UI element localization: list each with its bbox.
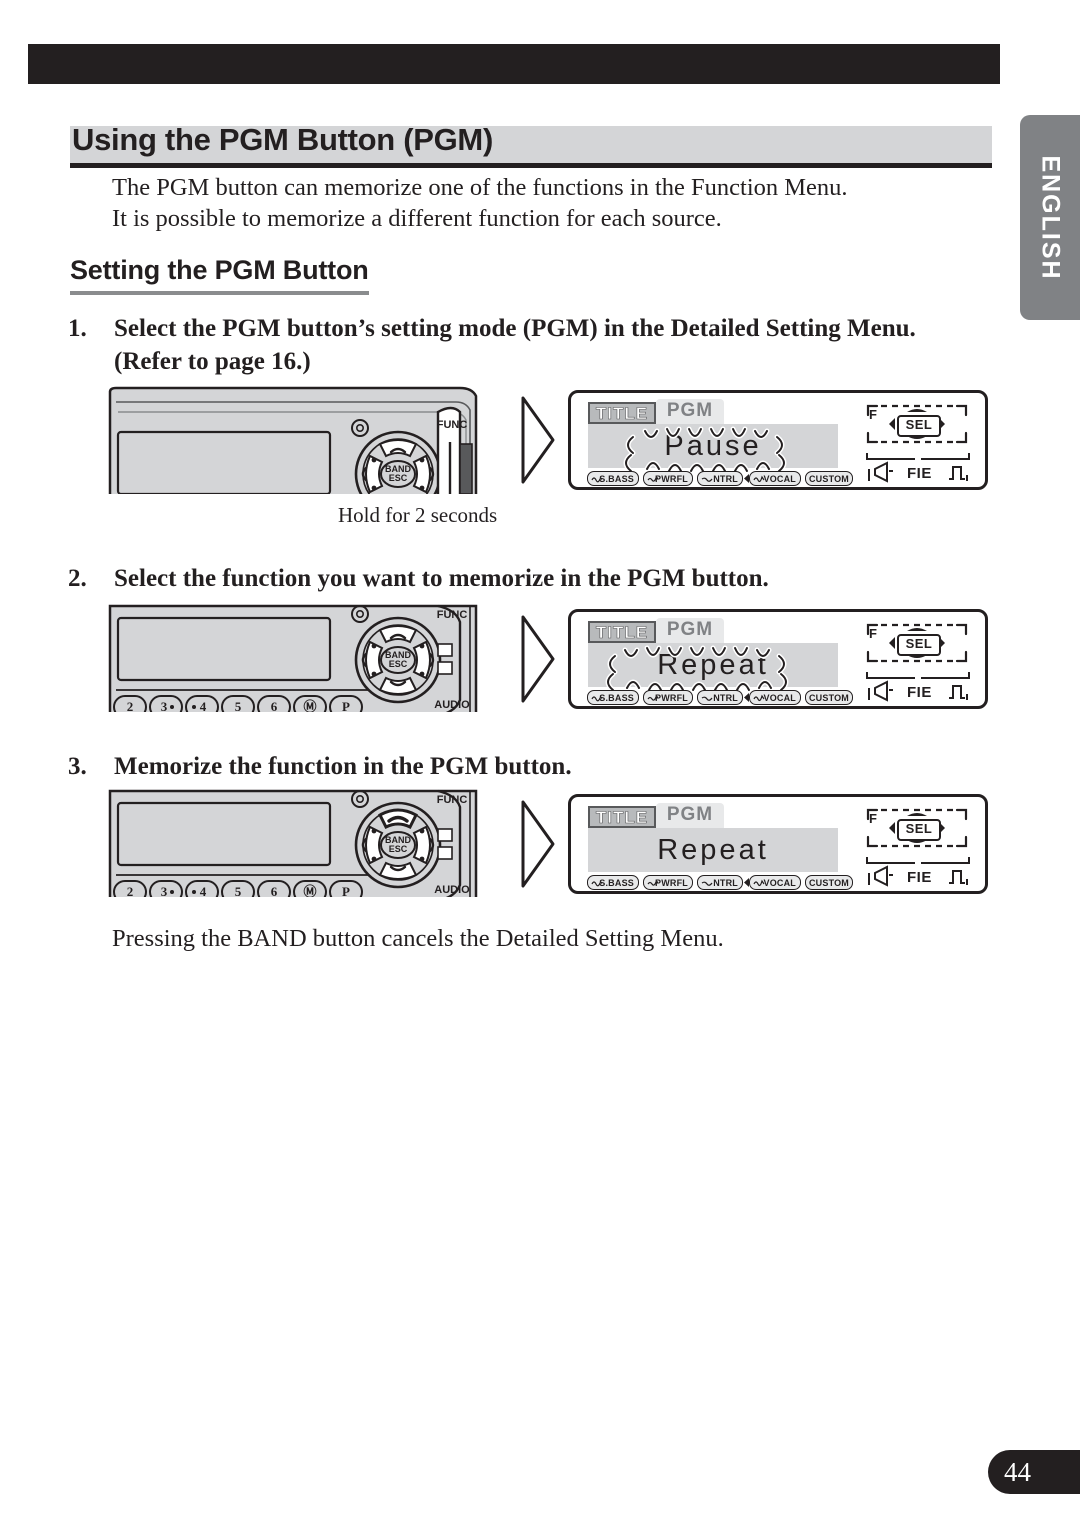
lcd-2-eq-strip: S.BASS PWRFL NTRL VOCAL CUSTOM: [587, 690, 853, 706]
lcd-1-fie-label: FIE: [907, 465, 932, 482]
lcd-1-eq-strip: S.BASS PWRFL NTRL VOCAL CUSTOM: [587, 471, 853, 487]
lcd-3-fie-cluster: FIE: [863, 855, 973, 891]
lcd-1-f-label: F: [869, 407, 877, 422]
svg-text:2: 2: [127, 699, 134, 712]
svg-text:3: 3: [161, 884, 168, 897]
lcd-2-eq-sbass: S.BASS: [587, 690, 639, 705]
lcd-1-eq-custom: CUSTOM: [805, 471, 853, 486]
svg-text:P: P: [342, 699, 350, 712]
svg-text:AUDIO: AUDIO: [434, 699, 470, 711]
lcd-display-1: TITLE PGM Pause S.BASS PWRFL NTRL VOCAL …: [568, 390, 988, 490]
lcd-1-eq-ntrl: NTRL: [697, 471, 743, 486]
device-illustration-3: 234 56 Ⓜ P BAND ESC FUNC AUDIO: [108, 789, 496, 897]
lcd-3-f-label: F: [869, 811, 877, 826]
top-decorative-band: [28, 44, 1000, 84]
step-2-number: 2.: [68, 565, 87, 592]
lcd-3-sel-cluster: F SEL: [863, 806, 971, 850]
lcd-2-eq-vocal: VOCAL: [749, 690, 801, 705]
lcd-2-fie-label: FIE: [907, 684, 932, 701]
device-illustration-1: BAND ESC FUNC: [108, 386, 496, 494]
svg-text:5: 5: [235, 884, 242, 897]
chapter-heading-band: Using the PGM Button (PGM): [70, 122, 992, 168]
flow-arrow-1: [519, 394, 559, 486]
lcd-3-fie-label: FIE: [907, 869, 932, 886]
lcd-2-sel-label: SEL: [897, 634, 941, 656]
svg-text:6: 6: [271, 699, 278, 712]
lcd-3-readout-area: Repeat: [588, 828, 838, 872]
lcd-3-eq-sbass: S.BASS: [587, 875, 639, 890]
step-3-number: 3.: [68, 753, 87, 780]
lcd-3-readout-text: Repeat: [657, 833, 769, 866]
step-2-text: Select the function you want to memorize…: [114, 565, 769, 592]
language-tab-english: ENGLISH: [1020, 115, 1080, 320]
svg-text:ESC: ESC: [389, 473, 408, 483]
lcd-3-sel-label: SEL: [897, 819, 941, 841]
svg-text:FUNC: FUNC: [437, 609, 468, 621]
step-2: 2. Select the function you want to memor…: [68, 562, 988, 595]
lcd-1-eq-sbass: S.BASS: [587, 471, 639, 486]
lcd-1-readout-text: Pause: [664, 429, 762, 462]
svg-text:5: 5: [235, 699, 242, 712]
svg-text:FUNC: FUNC: [437, 419, 468, 431]
svg-text:ESC: ESC: [389, 844, 408, 854]
step-3-text: Memorize the function in the PGM button.: [114, 753, 572, 780]
lcd-3-tab-title: TITLE: [588, 806, 656, 828]
lcd-3-eq-ntrl: NTRL: [697, 875, 743, 890]
svg-text:Ⓜ: Ⓜ: [303, 884, 316, 897]
flow-arrow-2: [519, 613, 559, 705]
intro-paragraph: The PGM button can memorize one of the f…: [112, 172, 912, 234]
chapter-title: Using the PGM Button (PGM): [72, 122, 493, 157]
svg-text:P: P: [342, 884, 350, 897]
lcd-display-2: TITLE PGM Repeat S.BASS PWRFL NTRL VOCAL…: [568, 609, 988, 709]
step-1-text: Select the PGM button’s setting mode (PG…: [114, 315, 916, 375]
lcd-2-readout-area: Repeat: [588, 643, 838, 687]
manual-page: ENGLISH Using the PGM Button (PGM) The P…: [0, 0, 1080, 1533]
lcd-3-eq-strip: S.BASS PWRFL NTRL VOCAL CUSTOM: [587, 875, 853, 891]
step-3: 3. Memorize the function in the PGM butt…: [68, 750, 988, 783]
lcd-2-eq-pwrfl: PWRFL: [643, 690, 693, 705]
lcd-1-eq-pwrfl: PWRFL: [643, 471, 693, 486]
intro-line-2: It is possible to memorize a different f…: [112, 205, 722, 232]
svg-text:6: 6: [271, 884, 278, 897]
lcd-3-tab-pgm: PGM: [656, 803, 724, 829]
lcd-2-eq-ntrl: NTRL: [697, 690, 743, 705]
lcd-2-readout-text: Repeat: [657, 648, 769, 681]
svg-text:4: 4: [200, 699, 207, 712]
step-1-caption: Hold for 2 seconds: [338, 503, 498, 527]
flow-arrow-3: [519, 798, 559, 890]
svg-text:FUNC: FUNC: [437, 794, 468, 806]
step-1-number: 1.: [68, 315, 87, 342]
lcd-1-eq-vocal: VOCAL: [749, 471, 801, 486]
language-tab-label: ENGLISH: [1036, 154, 1065, 281]
svg-text:3: 3: [161, 699, 168, 712]
step-1: 1. Select the PGM button’s setting mode …: [68, 312, 988, 378]
svg-text:4: 4: [200, 884, 207, 897]
lcd-1-fie-cluster: FIE: [863, 451, 973, 487]
lcd-2-eq-custom: CUSTOM: [805, 690, 853, 705]
lcd-3-eq-pwrfl: PWRFL: [643, 875, 693, 890]
lcd-3-eq-vocal: VOCAL: [749, 875, 801, 890]
lcd-display-3: TITLE PGM Repeat S.BASS PWRFL NTRL VOCAL…: [568, 794, 988, 894]
lcd-2-tab-title: TITLE: [588, 621, 656, 643]
svg-text:ESC: ESC: [389, 659, 408, 669]
page-number: 44: [988, 1450, 1080, 1494]
lcd-2-sel-cluster: F SEL: [863, 621, 971, 665]
lcd-1-sel-label: SEL: [897, 415, 941, 437]
svg-text:AUDIO: AUDIO: [434, 884, 470, 896]
lcd-2-fie-cluster: FIE: [863, 670, 973, 706]
lcd-1-readout-area: Pause: [588, 424, 838, 468]
device-illustration-2: 234 56 Ⓜ P BAND ESC FUNC AUDIO: [108, 604, 496, 712]
svg-text:Ⓜ: Ⓜ: [303, 699, 316, 712]
intro-line-1: The PGM button can memorize one of the f…: [112, 174, 848, 201]
lcd-1-sel-cluster: F SEL: [863, 402, 971, 446]
svg-text:2: 2: [127, 884, 134, 897]
lcd-3-eq-custom: CUSTOM: [805, 875, 853, 890]
lcd-2-tab-pgm: PGM: [656, 618, 724, 644]
lcd-2-f-label: F: [869, 626, 877, 641]
section-heading: Setting the PGM Button: [70, 255, 369, 295]
lcd-1-tab-title: TITLE: [588, 402, 656, 424]
lcd-1-tab-pgm: PGM: [656, 399, 724, 425]
closing-note: Pressing the BAND button cancels the Det…: [112, 925, 724, 952]
